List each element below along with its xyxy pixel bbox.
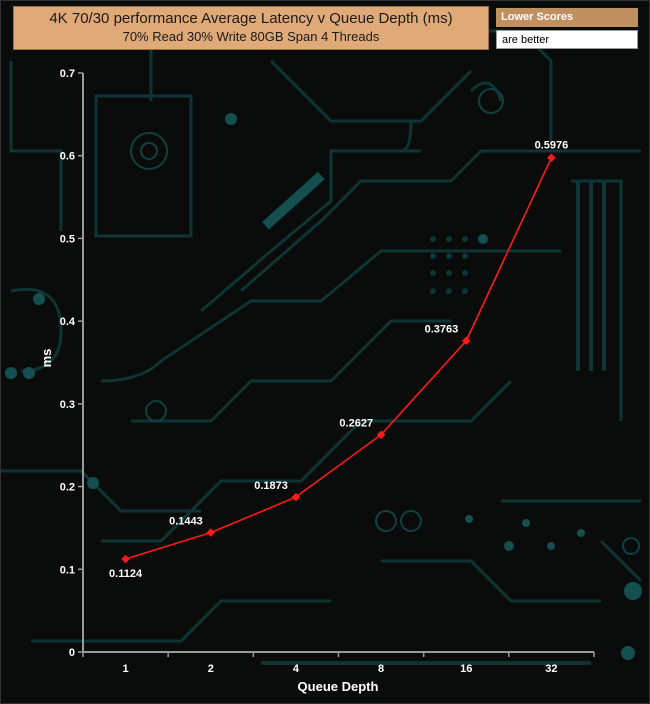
chart-frame: 4K 70/30 performance Average Latency v Q… [0,0,650,704]
x-tick-label: 2 [208,663,214,675]
x-tick-label: 8 [378,663,384,675]
data-label: 0.1124 [109,568,143,580]
data-point [206,528,215,537]
data-labels: 0.1124 0.1443 0.1873 0.2627 0.3763 0.5976 [109,140,568,580]
x-axis-label: Queue Depth [298,679,379,694]
y-tick-label: 0 [69,647,75,659]
latency-series-line [125,157,553,560]
y-tick-labels: 0 0.1 0.2 0.3 0.4 0.5 0.6 0.7 [60,68,83,659]
x-tick-labels: 1 2 4 8 16 32 [82,652,595,675]
x-tick-label: 32 [545,663,557,675]
y-tick-label: 0.5 [60,233,75,245]
y-tick-label: 0.1 [60,564,75,576]
y-tick-label: 0.2 [60,482,75,494]
chart-axes [82,73,594,653]
y-tick-label: 0.7 [60,68,75,80]
line-chart: 00.10.20.30.40.50.60.7 1 2 4 8 16 32 0.11240.… [39,68,595,694]
y-tick-label: 0.4 [60,316,76,328]
data-point [547,153,556,162]
data-label: 0.3763 [425,324,459,336]
y-tick-label: 0.6 [60,151,75,163]
x-tick-label: 1 [123,663,129,675]
data-label: 0.5976 [535,140,569,152]
data-point [121,554,130,564]
x-tick-label: 16 [460,663,472,675]
data-label: 0.1873 [254,480,288,492]
data-label: 0.1443 [169,516,203,528]
y-axis-label: ms [39,349,54,368]
data-points [121,153,556,564]
data-label: 0.2627 [339,418,373,430]
x-tick-label: 4 [293,663,300,675]
y-tick-label: 0.3 [60,399,75,411]
